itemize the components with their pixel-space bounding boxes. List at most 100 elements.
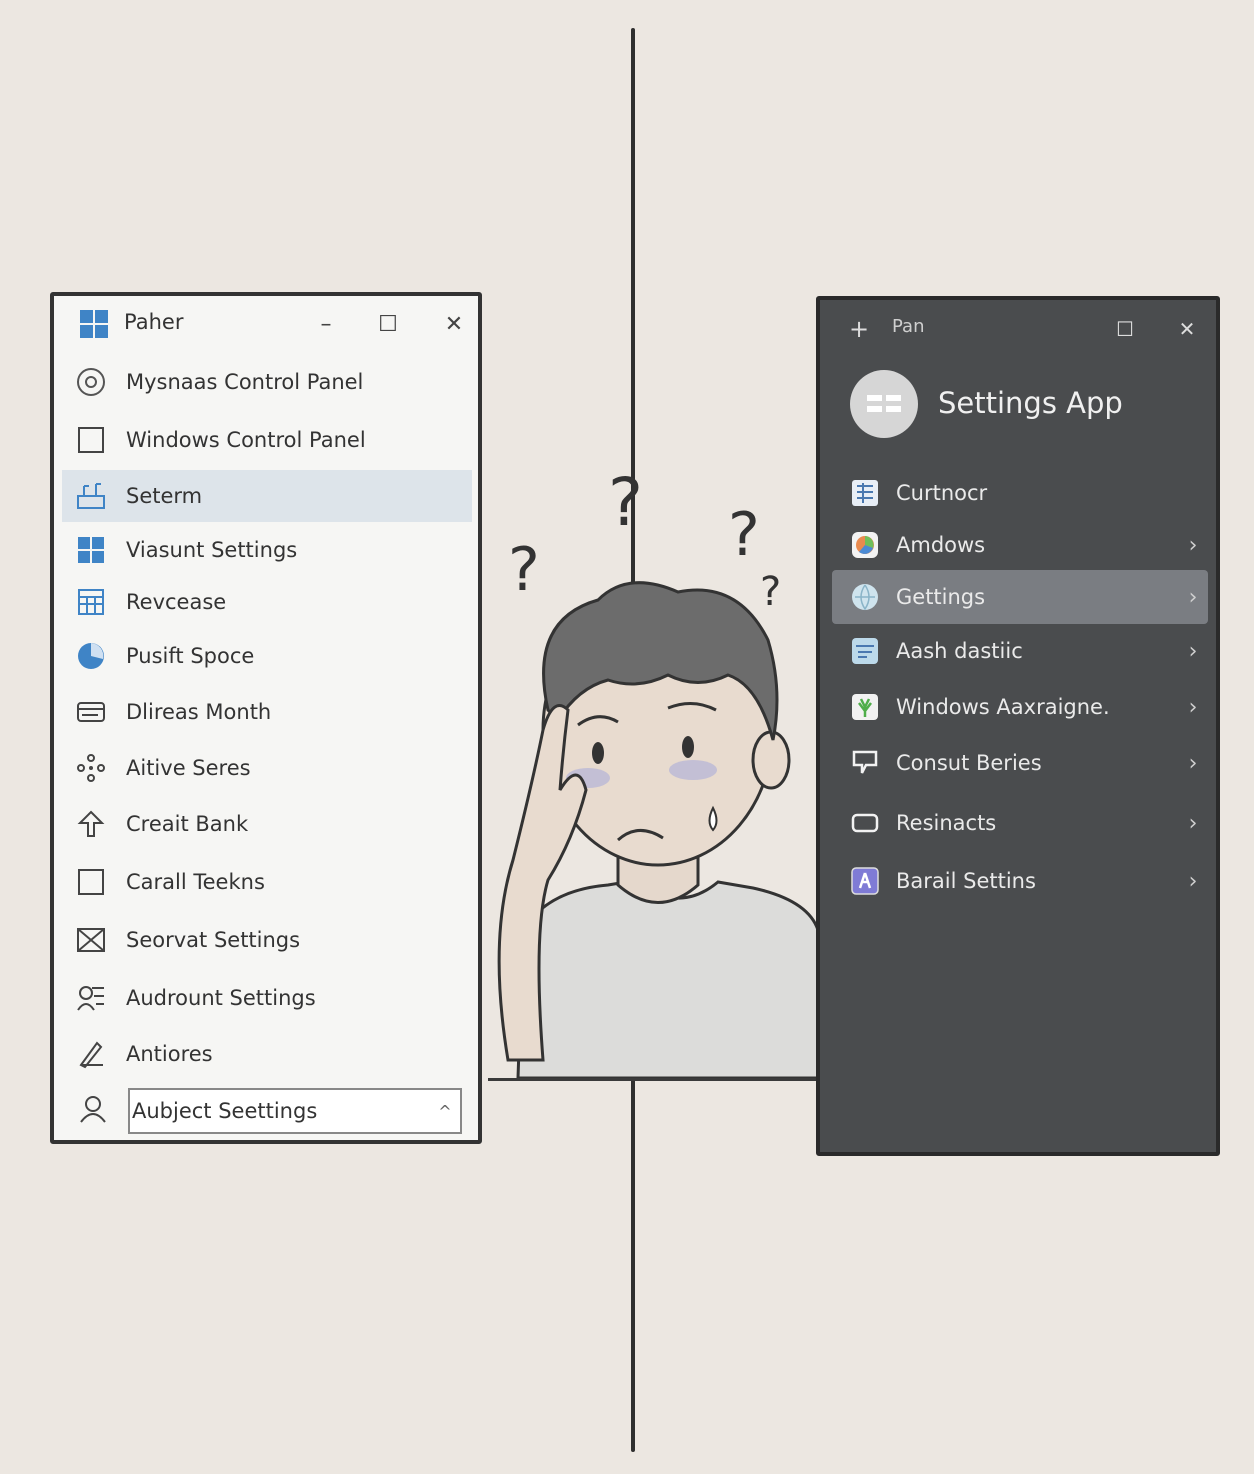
menu-item-seterm[interactable]: Seterm — [62, 470, 472, 522]
app-avatar-icon — [850, 370, 918, 438]
menu-item-label: Antiores — [126, 1042, 213, 1066]
settings-item-amdows[interactable]: Amdows › — [832, 518, 1208, 572]
menu-item-carall-teekns[interactable]: Carall Teekns — [62, 856, 472, 908]
menu-item-revcease[interactable]: Revcease — [62, 576, 472, 628]
settings-item-curtnocr[interactable]: Curtnocr — [832, 466, 1208, 520]
menu-item-label: Windows Control Panel — [126, 428, 366, 452]
settings-item-consut-beries[interactable]: Consut Beries › — [832, 736, 1208, 790]
maximize-icon: ☐ — [378, 311, 398, 337]
add-button[interactable]: + — [842, 312, 876, 346]
floor-line — [488, 1078, 818, 1081]
maximize-button[interactable]: ☐ — [1108, 312, 1142, 346]
speech-bubble-icon — [850, 748, 880, 778]
minimize-button[interactable]: – — [308, 306, 344, 342]
menu-item-dlireas-month[interactable]: Dlireas Month — [62, 686, 472, 738]
settings-item-label: Windows Aaxraigne. — [896, 695, 1110, 719]
person-eye-right — [682, 736, 694, 758]
windows-logo-icon — [80, 310, 108, 338]
control-panel-icon — [68, 367, 114, 397]
app-title: Settings App — [938, 386, 1123, 420]
settings-item-label: Resinacts — [896, 811, 997, 835]
menu-item-label: Revcease — [126, 590, 227, 614]
envelope-icon — [68, 927, 114, 953]
minimize-icon: – — [320, 311, 332, 337]
calendar-grid-icon — [68, 588, 114, 616]
chevron-right-icon: › — [1188, 694, 1198, 720]
person-blush-right — [669, 760, 717, 780]
settings-item-gettings[interactable]: Gettings › — [832, 570, 1208, 624]
people-icon — [68, 984, 114, 1012]
settings-item-windows-aaxraigne[interactable]: Windows Aaxraigne. › — [832, 680, 1208, 734]
settings-item-label: Consut Beries — [896, 751, 1042, 775]
subject-settings-dropdown[interactable]: Aubject Seettings ^ — [128, 1088, 462, 1134]
menu-item-label: Audrount Settings — [126, 986, 316, 1010]
settings-item-label: Aash dastiic — [896, 639, 1023, 663]
menu-item-creait-bank[interactable]: Creait Bank — [62, 798, 472, 850]
menu-item-label: Creait Bank — [126, 812, 249, 836]
chevron-up-icon: ^ — [438, 1101, 452, 1121]
windows-logo-icon — [68, 537, 114, 563]
globe-icon — [850, 582, 880, 612]
close-button[interactable]: ✕ — [436, 306, 472, 342]
menu-item-pusift-spoce[interactable]: Pusift Spoce — [62, 630, 472, 682]
square-icon — [68, 868, 114, 896]
settings-app-window: + Pan ☐ ✕ Settings App Curtnocr Amdows ›… — [816, 296, 1220, 1156]
menu-item-label: Aitive Seres — [126, 756, 251, 780]
menu-item-mysnaas-control-panel[interactable]: Mysnaas Control Panel — [62, 356, 472, 408]
system-icon — [68, 482, 114, 510]
chevron-right-icon: › — [1188, 584, 1198, 610]
settings-item-label: Barail Settins — [896, 869, 1036, 893]
accessibility-icon — [850, 866, 880, 896]
close-button[interactable]: ✕ — [1170, 312, 1204, 346]
menu-item-label: Dlireas Month — [126, 700, 272, 724]
person-sweat-drop — [708, 805, 718, 832]
grid-doc-icon — [850, 478, 880, 508]
settings-item-barail-settins[interactable]: Barail Settins › — [832, 854, 1208, 908]
menu-item-label: Seterm — [126, 484, 203, 508]
maximize-button[interactable]: ☐ — [370, 306, 406, 342]
pie-chart-icon — [68, 641, 114, 671]
menu-item-aitive-seres[interactable]: Aitive Seres — [62, 742, 472, 794]
pen-icon — [68, 1039, 114, 1069]
chevron-right-icon: › — [1188, 868, 1198, 894]
menu-item-windows-control-panel[interactable]: Windows Control Panel — [62, 414, 472, 466]
confused-person-illustration: ? ? ? ? — [497, 464, 820, 1080]
menu-item-label: Carall Teekns — [126, 870, 265, 894]
question-mark-1: ? — [508, 535, 540, 605]
person-shirt — [516, 878, 820, 1080]
chevron-right-icon: › — [1188, 638, 1198, 664]
chevron-right-icon: › — [1188, 532, 1198, 558]
arrow-up-icon — [68, 809, 114, 839]
network-icon — [68, 753, 114, 783]
person-ear — [751, 730, 791, 790]
settings-item-resinacts[interactable]: Resinacts › — [832, 796, 1208, 850]
plus-icon: + — [848, 315, 870, 343]
menu-item-viasunt-settings[interactable]: Viasunt Settings — [62, 524, 472, 576]
maximize-icon: ☐ — [1116, 317, 1134, 341]
title-bar: Paher – ☐ ✕ — [54, 296, 478, 352]
dropdown-selected-value: Aubject Seettings — [132, 1099, 318, 1123]
settings-item-label: Amdows — [896, 533, 986, 557]
menu-item-antiores[interactable]: Antiores — [62, 1028, 472, 1080]
window-title: Paher — [124, 310, 184, 334]
menu-item-seorvat-settings[interactable]: Seorvat Settings — [62, 914, 472, 966]
settings-item-label: Curtnocr — [896, 481, 988, 505]
menu-item-label: Mysnaas Control Panel — [126, 370, 364, 394]
person-eye-left — [592, 742, 604, 764]
menu-item-label: Pusift Spoce — [126, 644, 255, 668]
close-icon: ✕ — [444, 311, 464, 337]
menu-item-audrount-settings[interactable]: Audrount Settings — [62, 972, 472, 1024]
color-wheel-icon — [850, 530, 880, 560]
question-mark-4: ? — [760, 569, 781, 615]
menu-item-label: Viasunt Settings — [126, 538, 298, 562]
settings-item-label: Gettings — [896, 585, 986, 609]
rectangle-icon — [850, 808, 880, 838]
square-icon — [68, 426, 114, 454]
close-icon: ✕ — [1178, 317, 1196, 341]
plant-icon — [850, 692, 880, 722]
settings-item-aash-dastiic[interactable]: Aash dastiic › — [832, 624, 1208, 678]
card-icon — [68, 700, 114, 724]
chevron-right-icon: › — [1188, 750, 1198, 776]
control-panel-window: Paher – ☐ ✕ Mysnaas Control Panel Window… — [50, 292, 482, 1144]
question-mark-2: ? — [608, 464, 643, 541]
